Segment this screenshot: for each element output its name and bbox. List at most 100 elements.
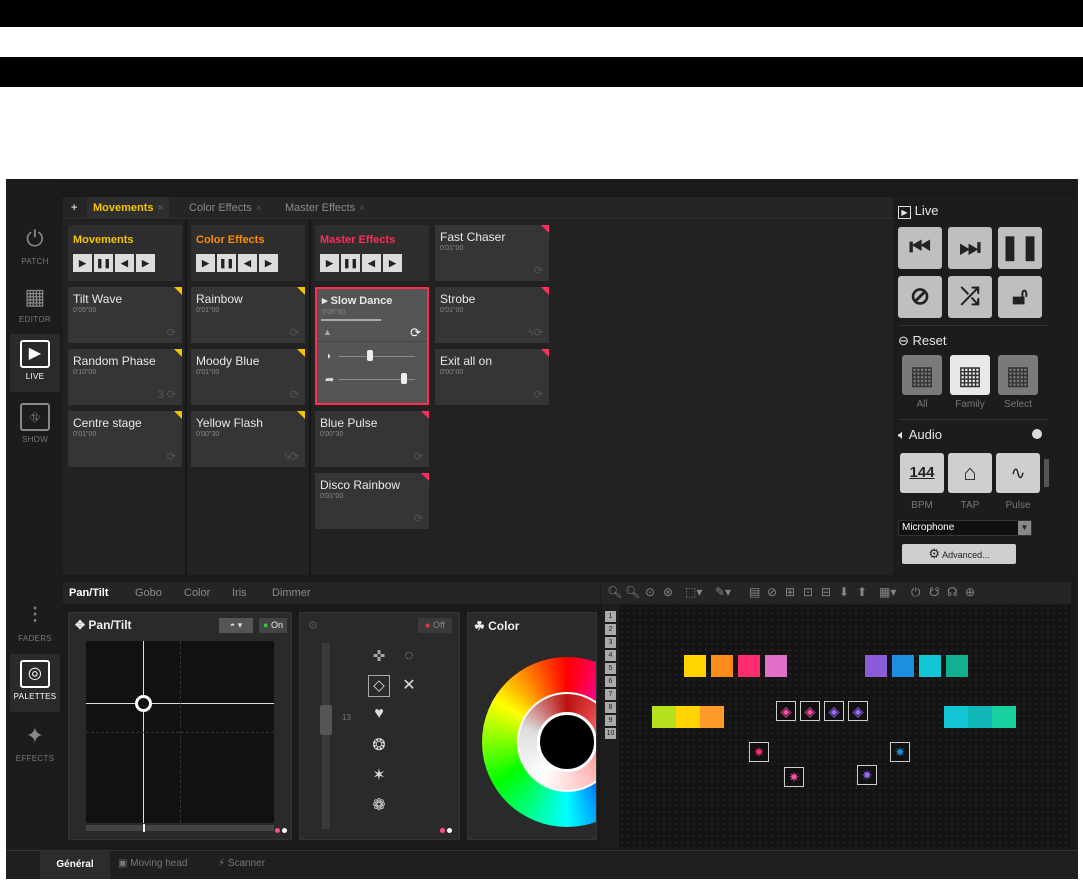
color-swatch[interactable] — [865, 655, 887, 677]
gobo-swatch[interactable]: ◈ — [848, 701, 868, 721]
color-swatch[interactable] — [684, 655, 706, 677]
nav-editor[interactable]: ▦ EDITOR — [10, 277, 60, 329]
pan-fine-thumb[interactable] — [143, 824, 145, 832]
star-gobo-swatch[interactable]: ✷ — [890, 742, 910, 762]
effect-cell-strobe[interactable]: Strobe 0'01"00 ϟ⟳ — [435, 287, 549, 343]
gobo-slider-track[interactable] — [322, 643, 330, 829]
tab-color-effects[interactable]: Color Effects × — [189, 197, 262, 219]
palette-number[interactable]: 1 — [605, 611, 616, 622]
color-swatch[interactable] — [944, 706, 968, 728]
next-icon[interactable]: ▶ — [259, 254, 278, 272]
color-swatch[interactable] — [946, 655, 968, 677]
pan-fine-slider[interactable] — [86, 824, 274, 832]
collapse-icon[interactable]: ▲ — [323, 327, 332, 337]
tab-pan-tilt[interactable]: Pan/Tilt — [69, 582, 109, 604]
close-icon[interactable]: × — [256, 203, 262, 214]
prev-icon[interactable]: ◀ — [115, 254, 134, 272]
advanced-button[interactable]: ⚙ Advanced... — [902, 544, 1016, 564]
gobo-aperture-icon[interactable]: ❂ — [368, 735, 390, 757]
lock-button[interactable]: 🔓︎ — [998, 276, 1042, 318]
fixture-next-icon[interactable]: ☊ — [947, 585, 958, 599]
add-tab-button[interactable]: + — [71, 197, 77, 219]
prev-icon[interactable]: ◀ — [238, 254, 257, 272]
tab-gobo[interactable]: Gobo — [135, 582, 162, 604]
effect-cell-centre-stage[interactable]: Centre stage 0'01"00 ⟳ — [68, 411, 182, 467]
next-icon[interactable]: ▶ — [136, 254, 155, 272]
next-button[interactable]: ⏭ — [948, 227, 992, 269]
palette-number[interactable]: 3 — [605, 637, 616, 648]
footer-tab-moving-head[interactable]: ▣ Moving head — [118, 858, 188, 869]
play-icon[interactable]: ▶ — [320, 254, 339, 272]
expand-icon[interactable]: ⊡ — [803, 585, 813, 599]
nav-faders[interactable]: ⫶ FADERS — [10, 596, 60, 648]
footer-tab-scanner[interactable]: ⚡︎ Scanner — [218, 858, 265, 869]
gobo-swatch[interactable]: ◈ — [824, 701, 844, 721]
move-up-icon[interactable]: ⬆ — [857, 585, 867, 599]
distribute-icon[interactable]: ⊞ — [785, 585, 795, 599]
footer-tab-general[interactable]: Général — [40, 851, 110, 879]
shuffle-button[interactable]: ⤮ — [948, 276, 992, 318]
zoom-in-icon[interactable]: 🔍︎ — [607, 585, 622, 599]
grid-icon[interactable]: ▦▾ — [879, 585, 896, 599]
effect-cell-tilt-wave[interactable]: Tilt Wave 0'05"00 ⟳ — [68, 287, 182, 343]
select-tool-icon[interactable]: ⬚▾ — [685, 585, 702, 599]
effect-cell-disco-rainbow[interactable]: Disco Rainbow 0'01"00 ⟳ — [315, 473, 429, 529]
move-down-icon[interactable]: ⬇ — [839, 585, 849, 599]
color-swatch[interactable] — [676, 706, 700, 728]
close-icon[interactable]: × — [359, 203, 365, 214]
palette-number[interactable]: 2 — [605, 624, 616, 635]
audio-toggle[interactable] — [1032, 429, 1042, 439]
page-dot[interactable] — [447, 828, 452, 833]
pan-tilt-handle[interactable] — [135, 695, 152, 712]
fixture-select[interactable]: ◓ ▾ — [219, 618, 253, 633]
nav-live[interactable]: ▶ LIVE — [10, 334, 60, 392]
gobo-dots-icon[interactable]: ✜ — [368, 647, 390, 669]
prev-icon[interactable]: ◀ — [362, 254, 381, 272]
fit-icon[interactable]: ⊙ — [645, 585, 655, 599]
gobo-frame-icon[interactable]: ◇ — [368, 675, 390, 697]
color-swatch[interactable] — [992, 706, 1016, 728]
palette-number[interactable]: 7 — [605, 689, 616, 700]
nav-patch[interactable]: ⏻ PATCH — [10, 219, 60, 271]
nav-effects[interactable]: ✦ EFFECTS — [10, 716, 60, 768]
color-swatch[interactable] — [711, 655, 733, 677]
effect-cell-random-phase[interactable]: Random Phase 0'10"00 3 ⟳ — [68, 349, 182, 405]
collapse-icon[interactable]: ⊟ — [821, 585, 831, 599]
page-dot[interactable] — [440, 828, 445, 833]
tab-master-effects[interactable]: Master Effects × — [285, 197, 365, 219]
reset-all-button[interactable]: ▦ — [902, 355, 942, 395]
effect-cell-moody-blue[interactable]: Moody Blue 0'01"00 ⟳ — [191, 349, 305, 405]
gobo-swatch[interactable]: ◈ — [776, 701, 796, 721]
effect-cell-slow-dance[interactable]: ▸ Slow Dance 0'05"00 ▲ ⟳ ◑ ➦ — [315, 287, 429, 405]
close-icon[interactable]: × — [158, 203, 164, 214]
star-gobo-swatch[interactable]: ✷ — [857, 765, 877, 785]
target-icon[interactable]: ⊛ — [663, 585, 673, 599]
tap-button[interactable]: ⌂ — [948, 453, 992, 493]
previous-button[interactable]: ⏮ — [898, 227, 942, 269]
color-swatch[interactable] — [700, 706, 724, 728]
effect-cell-blue-pulse[interactable]: Blue Pulse 0'00"30 ⟳ — [315, 411, 429, 467]
play-icon[interactable]: ▶ — [73, 254, 92, 272]
on-toggle[interactable]: ● On — [259, 618, 287, 633]
palette-number[interactable]: 5 — [605, 663, 616, 674]
gobo-ring-icon[interactable]: ◌ — [398, 647, 420, 669]
reset-family-button[interactable]: ▦ — [950, 355, 990, 395]
palette-number[interactable]: 9 — [605, 715, 616, 726]
reset-select-button[interactable]: ▦ — [998, 355, 1038, 395]
dimmer-slider-track[interactable] — [339, 356, 415, 357]
gobo-star-icon[interactable]: ✶ — [368, 765, 390, 787]
play-icon[interactable]: ▶ — [196, 254, 215, 272]
color-center[interactable] — [537, 712, 596, 772]
color-swatch[interactable] — [765, 655, 787, 677]
next-icon[interactable]: ▶ — [383, 254, 402, 272]
tab-iris[interactable]: Iris — [232, 582, 247, 604]
gobo-cross-icon[interactable]: ✕ — [398, 675, 420, 697]
color-swatch[interactable] — [652, 706, 676, 728]
gobo-flower-icon[interactable]: ❁ — [368, 795, 390, 817]
audio-source-select[interactable]: Microphone ▼ — [898, 520, 1032, 536]
effect-cell-rainbow[interactable]: Rainbow 0'01"00 ⟳ — [191, 287, 305, 343]
speed-slider-thumb[interactable] — [401, 373, 407, 384]
zoom-out-icon[interactable]: 🔍︎ — [625, 585, 640, 599]
power-icon[interactable]: ⏻ — [911, 585, 921, 600]
color-wheel[interactable] — [482, 657, 596, 827]
